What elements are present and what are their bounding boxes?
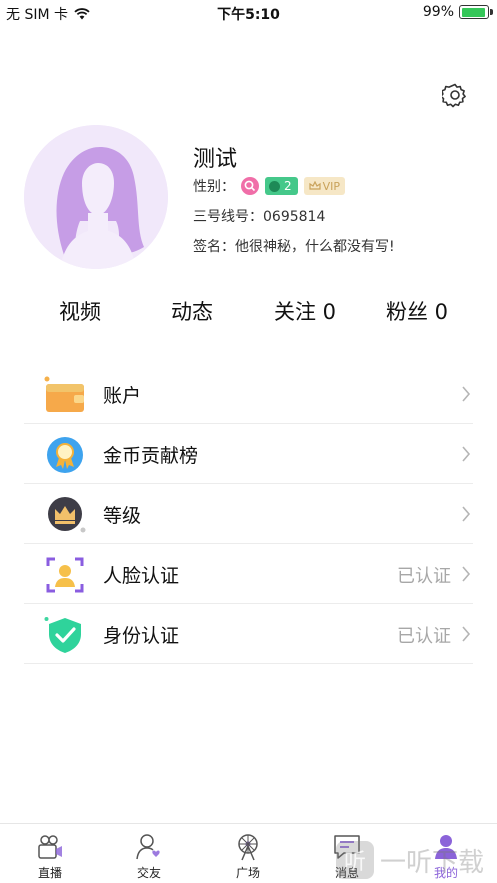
watermark-logo-icon: 听 (336, 841, 374, 879)
chevron-right-icon (462, 386, 471, 402)
face-scan-icon (46, 557, 84, 593)
menu-item-face-verification[interactable]: 人脸认证 已认证 (24, 544, 473, 604)
stats-row: 视频 动态 关注 0 粉丝 0 (0, 296, 497, 328)
vip-badge-label: VIP (322, 179, 341, 193)
tab-square[interactable]: 广场 (218, 832, 278, 881)
tab-square-label: 广场 (235, 866, 260, 880)
stat-moments[interactable]: 动态 (171, 296, 213, 326)
battery-icon (459, 5, 493, 19)
watermark-text: 一听下载 (380, 847, 485, 878)
chevron-right-icon (462, 566, 471, 582)
video-camera-icon (38, 835, 62, 859)
avatar-placeholder-icon (24, 125, 168, 269)
medal-icon (47, 437, 83, 473)
menu-item-coin-ranking[interactable]: 金币贡献榜 (24, 424, 473, 484)
menu-label-account: 账户 (103, 385, 142, 407)
battery-percent: 99% (422, 4, 454, 20)
stat-video[interactable]: 视频 (59, 296, 101, 326)
crown-icon (48, 497, 86, 533)
female-icon (241, 177, 259, 195)
menu-item-level[interactable]: 等级 (24, 484, 473, 544)
watermark: 听 一听下载 (336, 838, 496, 882)
settings-gear-icon[interactable] (442, 82, 468, 108)
vip-crown-icon (309, 181, 321, 190)
menu-label-face-verification: 人脸认证 (103, 565, 180, 587)
menu-label-level: 等级 (103, 505, 142, 527)
menu-item-identity-verification[interactable]: 身份认证 已认证 (24, 604, 473, 664)
settings-menu: 账户 金币贡献榜 等级 人脸认证 已认证 身份认证 已认证 (24, 364, 473, 664)
level-gem-icon (269, 180, 280, 192)
friends-icon (136, 834, 160, 860)
chevron-right-icon (462, 626, 471, 642)
vip-badge: VIP (303, 177, 346, 195)
menu-label-identity-verification: 身份认证 (103, 625, 180, 647)
level-badge: 2 (265, 177, 298, 195)
stat-following[interactable]: 关注 0 (274, 296, 336, 326)
line-id: 三号线号：0695814 (193, 209, 326, 225)
verified-status: 已认证 (397, 626, 451, 647)
gender-label: 性别： (193, 179, 235, 195)
tab-friends-label: 交友 (136, 866, 161, 880)
stat-fans[interactable]: 粉丝 0 (386, 296, 448, 326)
verified-status: 已认证 (397, 566, 451, 587)
menu-label-coin-ranking: 金币贡献榜 (103, 445, 199, 467)
status-bar: 无 SIM 卡 下午5:10 99% (0, 0, 497, 26)
ferris-wheel-icon (238, 834, 258, 861)
gender-row: 性别： 2 VIP (193, 176, 346, 196)
chevron-right-icon (462, 446, 471, 462)
shield-check-icon (44, 617, 81, 653)
avatar[interactable] (24, 125, 168, 269)
level-badge-value: 2 (284, 179, 292, 193)
profile-name: 测试 (193, 147, 238, 172)
tab-live-label: 直播 (37, 866, 62, 880)
chevron-right-icon (462, 506, 471, 522)
wallet-icon (44, 376, 84, 412)
menu-item-account[interactable]: 账户 (24, 364, 473, 424)
tab-live[interactable]: 直播 (20, 832, 80, 881)
signature: 签名：他很神秘，什么都没有写! (193, 239, 395, 255)
tab-friends[interactable]: 交友 (119, 832, 179, 881)
